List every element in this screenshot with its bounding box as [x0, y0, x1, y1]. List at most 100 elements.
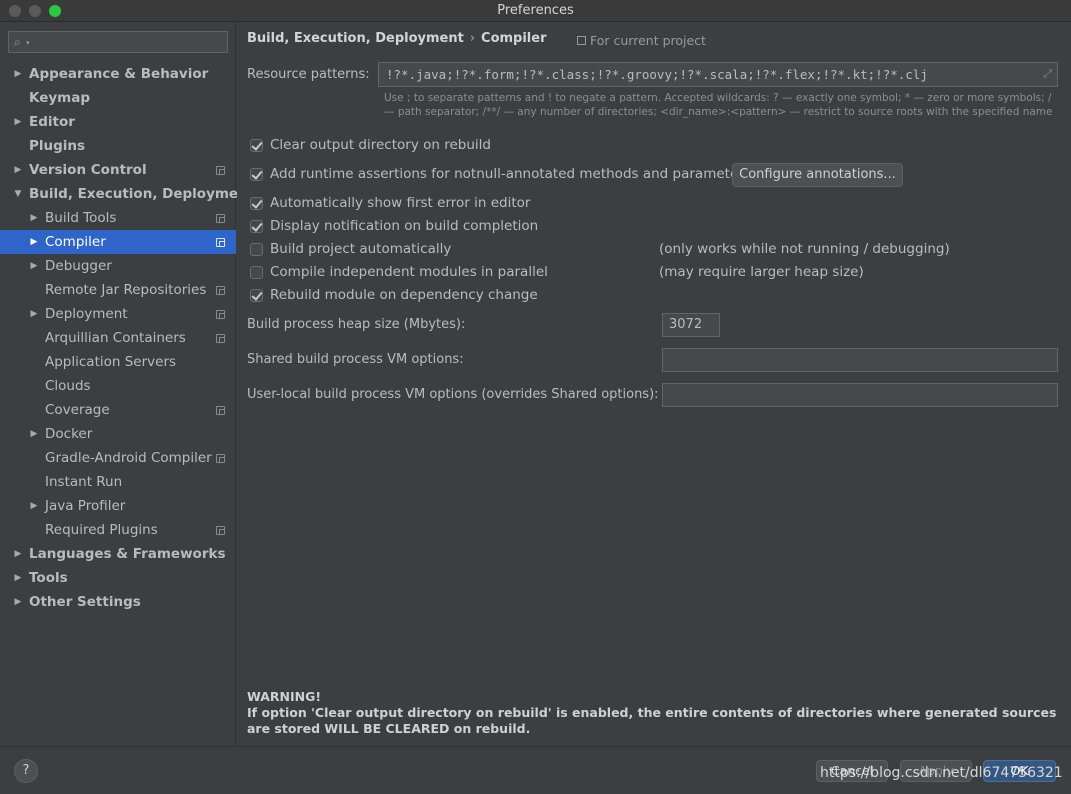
project-scope-icon	[216, 286, 225, 295]
build-automatically-note: (only works while not running / debuggin…	[659, 241, 950, 257]
configure-annotations-button[interactable]: Configure annotations...	[732, 163, 903, 187]
parallel-compile-note: (may require larger heap size)	[659, 264, 864, 280]
sidebar-item-label: Gradle-Android Compiler	[45, 450, 212, 466]
title-bar: Preferences	[0, 0, 1071, 22]
for-current-project-label: For current project	[577, 33, 706, 48]
warning-message: WARNING! If option 'Clear output directo…	[247, 689, 1057, 737]
project-scope-icon	[216, 310, 225, 319]
show-first-error-checkbox[interactable]	[250, 197, 263, 210]
sidebar-item-instant-run[interactable]: Instant Run	[0, 470, 236, 494]
expand-icon[interactable]: ⤢	[1043, 67, 1052, 81]
sidebar-item-appearance-behavior[interactable]: ▶ Appearance & Behavior	[0, 62, 236, 86]
sidebar-item-label: Appearance & Behavior	[29, 66, 209, 82]
project-scope-icon	[216, 526, 225, 535]
sidebar-item-keymap[interactable]: Keymap	[0, 86, 236, 110]
chevron-right-icon[interactable]: ▶	[13, 542, 23, 566]
sidebar-item-remote-jar-repositories[interactable]: Remote Jar Repositories	[0, 278, 236, 302]
sidebar-item-label: Coverage	[45, 402, 110, 418]
resource-patterns-label: Resource patterns:	[247, 67, 370, 82]
settings-search-input[interactable]: ⌕ ▾	[8, 31, 228, 53]
sidebar-item-build-tools[interactable]: ▶ Build Tools	[0, 206, 236, 230]
sidebar-item-label: Remote Jar Repositories	[45, 282, 207, 298]
sidebar-item-label: Tools	[29, 570, 68, 586]
project-scope-icon	[216, 334, 225, 343]
sidebar-item-languages-frameworks[interactable]: ▶ Languages & Frameworks	[0, 542, 236, 566]
sidebar-item-label: Build Tools	[45, 210, 117, 226]
sidebar-item-editor[interactable]: ▶ Editor	[0, 110, 236, 134]
sidebar-item-java-profiler[interactable]: ▶ Java Profiler	[0, 494, 236, 518]
rebuild-on-dependency-label[interactable]: Rebuild module on dependency change	[270, 287, 538, 303]
chevron-down-icon[interactable]: ▼	[13, 182, 23, 206]
clear-output-directory-label[interactable]: Clear output directory on rebuild	[270, 137, 491, 153]
sidebar-item-label: Build, Execution, Deployment	[29, 186, 255, 202]
chevron-right-icon[interactable]: ▶	[29, 302, 39, 326]
sidebar-item-label: Instant Run	[45, 474, 123, 490]
build-automatically-checkbox[interactable]	[250, 243, 263, 256]
sidebar-item-docker[interactable]: ▶ Docker	[0, 422, 236, 446]
rebuild-on-dependency-checkbox[interactable]	[250, 289, 263, 302]
user-vm-options-label: User-local build process VM options (ove…	[247, 387, 659, 402]
chevron-right-icon[interactable]: ▶	[29, 206, 39, 230]
parallel-compile-label[interactable]: Compile independent modules in parallel	[270, 264, 548, 280]
sidebar-item-other-settings[interactable]: ▶ Other Settings	[0, 590, 236, 614]
sidebar-item-tools[interactable]: ▶ Tools	[0, 566, 236, 590]
heap-size-input[interactable]: 3072	[662, 313, 720, 337]
sidebar-item-label: Application Servers	[45, 354, 177, 370]
chevron-right-icon[interactable]: ▶	[13, 62, 23, 86]
project-scope-icon	[216, 454, 225, 463]
for-current-project-text: For current project	[590, 33, 706, 48]
sidebar-item-plugins[interactable]: Plugins	[0, 134, 236, 158]
breadcrumb-item-compiler: Compiler	[481, 31, 547, 46]
sidebar-item-required-plugins[interactable]: Required Plugins	[0, 518, 236, 542]
watermark-text: https://blog.csdn.net/dl674756321	[820, 765, 1063, 781]
runtime-assertions-checkbox[interactable]	[250, 168, 263, 181]
project-scope-icon	[216, 214, 225, 223]
heap-size-label: Build process heap size (Mbytes):	[247, 317, 466, 332]
project-scope-icon	[216, 166, 225, 175]
project-scope-icon	[216, 238, 225, 247]
settings-tree: ▶ Appearance & Behavior Keymap ▶ Editor Plugi…	[0, 62, 255, 614]
sidebar-item-coverage[interactable]: Coverage	[0, 398, 236, 422]
sidebar-item-deployment[interactable]: ▶ Deployment	[0, 302, 236, 326]
shared-vm-options-label: Shared build process VM options:	[247, 352, 464, 367]
clear-output-directory-checkbox[interactable]	[250, 139, 263, 152]
sidebar-item-label: Arquillian Containers	[45, 330, 186, 346]
sidebar-item-version-control[interactable]: ▶ Version Control	[0, 158, 236, 182]
resource-patterns-input[interactable]: !?*.java;!?*.form;!?*.class;!?*.groovy;!…	[378, 62, 1058, 87]
compiler-settings-panel: Build, Execution, Deployment › Compiler Fo…	[237, 22, 1071, 746]
resource-patterns-hint: Use ; to separate patterns and ! to nega…	[384, 92, 1053, 118]
chevron-right-icon[interactable]: ▶	[29, 254, 39, 278]
chevron-right-icon[interactable]: ▶	[29, 494, 39, 518]
sidebar-item-compiler[interactable]: ▶ Compiler	[0, 230, 236, 254]
help-button[interactable]: ?	[14, 759, 38, 783]
sidebar-item-gradle-android-compiler[interactable]: Gradle-Android Compiler	[0, 446, 236, 470]
chevron-right-icon[interactable]: ▶	[13, 590, 23, 614]
sidebar-item-arquillian-containers[interactable]: Arquillian Containers	[0, 326, 236, 350]
build-notification-checkbox[interactable]	[250, 220, 263, 233]
chevron-right-icon[interactable]: ▶	[13, 566, 23, 590]
sidebar-item-application-servers[interactable]: Application Servers	[0, 350, 236, 374]
sidebar-item-label: Languages & Frameworks	[29, 546, 226, 562]
chevron-right-icon[interactable]: ▶	[13, 110, 23, 134]
sidebar-item-label: Deployment	[45, 306, 128, 322]
dialog-footer: ? Cancel Apply OK https://blog.csdn.net/…	[0, 746, 1071, 794]
build-notification-label[interactable]: Display notification on build completion	[270, 218, 538, 234]
runtime-assertions-label[interactable]: Add runtime assertions for notnull-annot…	[270, 166, 751, 182]
chevron-right-icon[interactable]: ▶	[13, 158, 23, 182]
sidebar-item-label: Plugins	[29, 138, 86, 154]
search-icon: ⌕	[14, 35, 21, 49]
sidebar-item-label: Other Settings	[29, 594, 141, 610]
sidebar-item-build-execution-deployment[interactable]: ▼ Build, Execution, Deployment	[0, 182, 255, 206]
chevron-right-icon[interactable]: ▶	[29, 422, 39, 446]
chevron-right-icon[interactable]: ▶	[29, 230, 39, 254]
breadcrumb-separator: ›	[469, 31, 476, 46]
parallel-compile-checkbox[interactable]	[250, 266, 263, 279]
breadcrumb: Build, Execution, Deployment › Compiler	[247, 31, 547, 46]
build-automatically-label[interactable]: Build project automatically	[270, 241, 451, 257]
shared-vm-options-input[interactable]	[662, 348, 1058, 372]
sidebar-item-debugger[interactable]: ▶ Debugger	[0, 254, 236, 278]
sidebar-item-label: Debugger	[45, 258, 112, 274]
user-vm-options-input[interactable]	[662, 383, 1058, 407]
sidebar-item-clouds[interactable]: Clouds	[0, 374, 236, 398]
show-first-error-label[interactable]: Automatically show first error in editor	[270, 195, 530, 211]
